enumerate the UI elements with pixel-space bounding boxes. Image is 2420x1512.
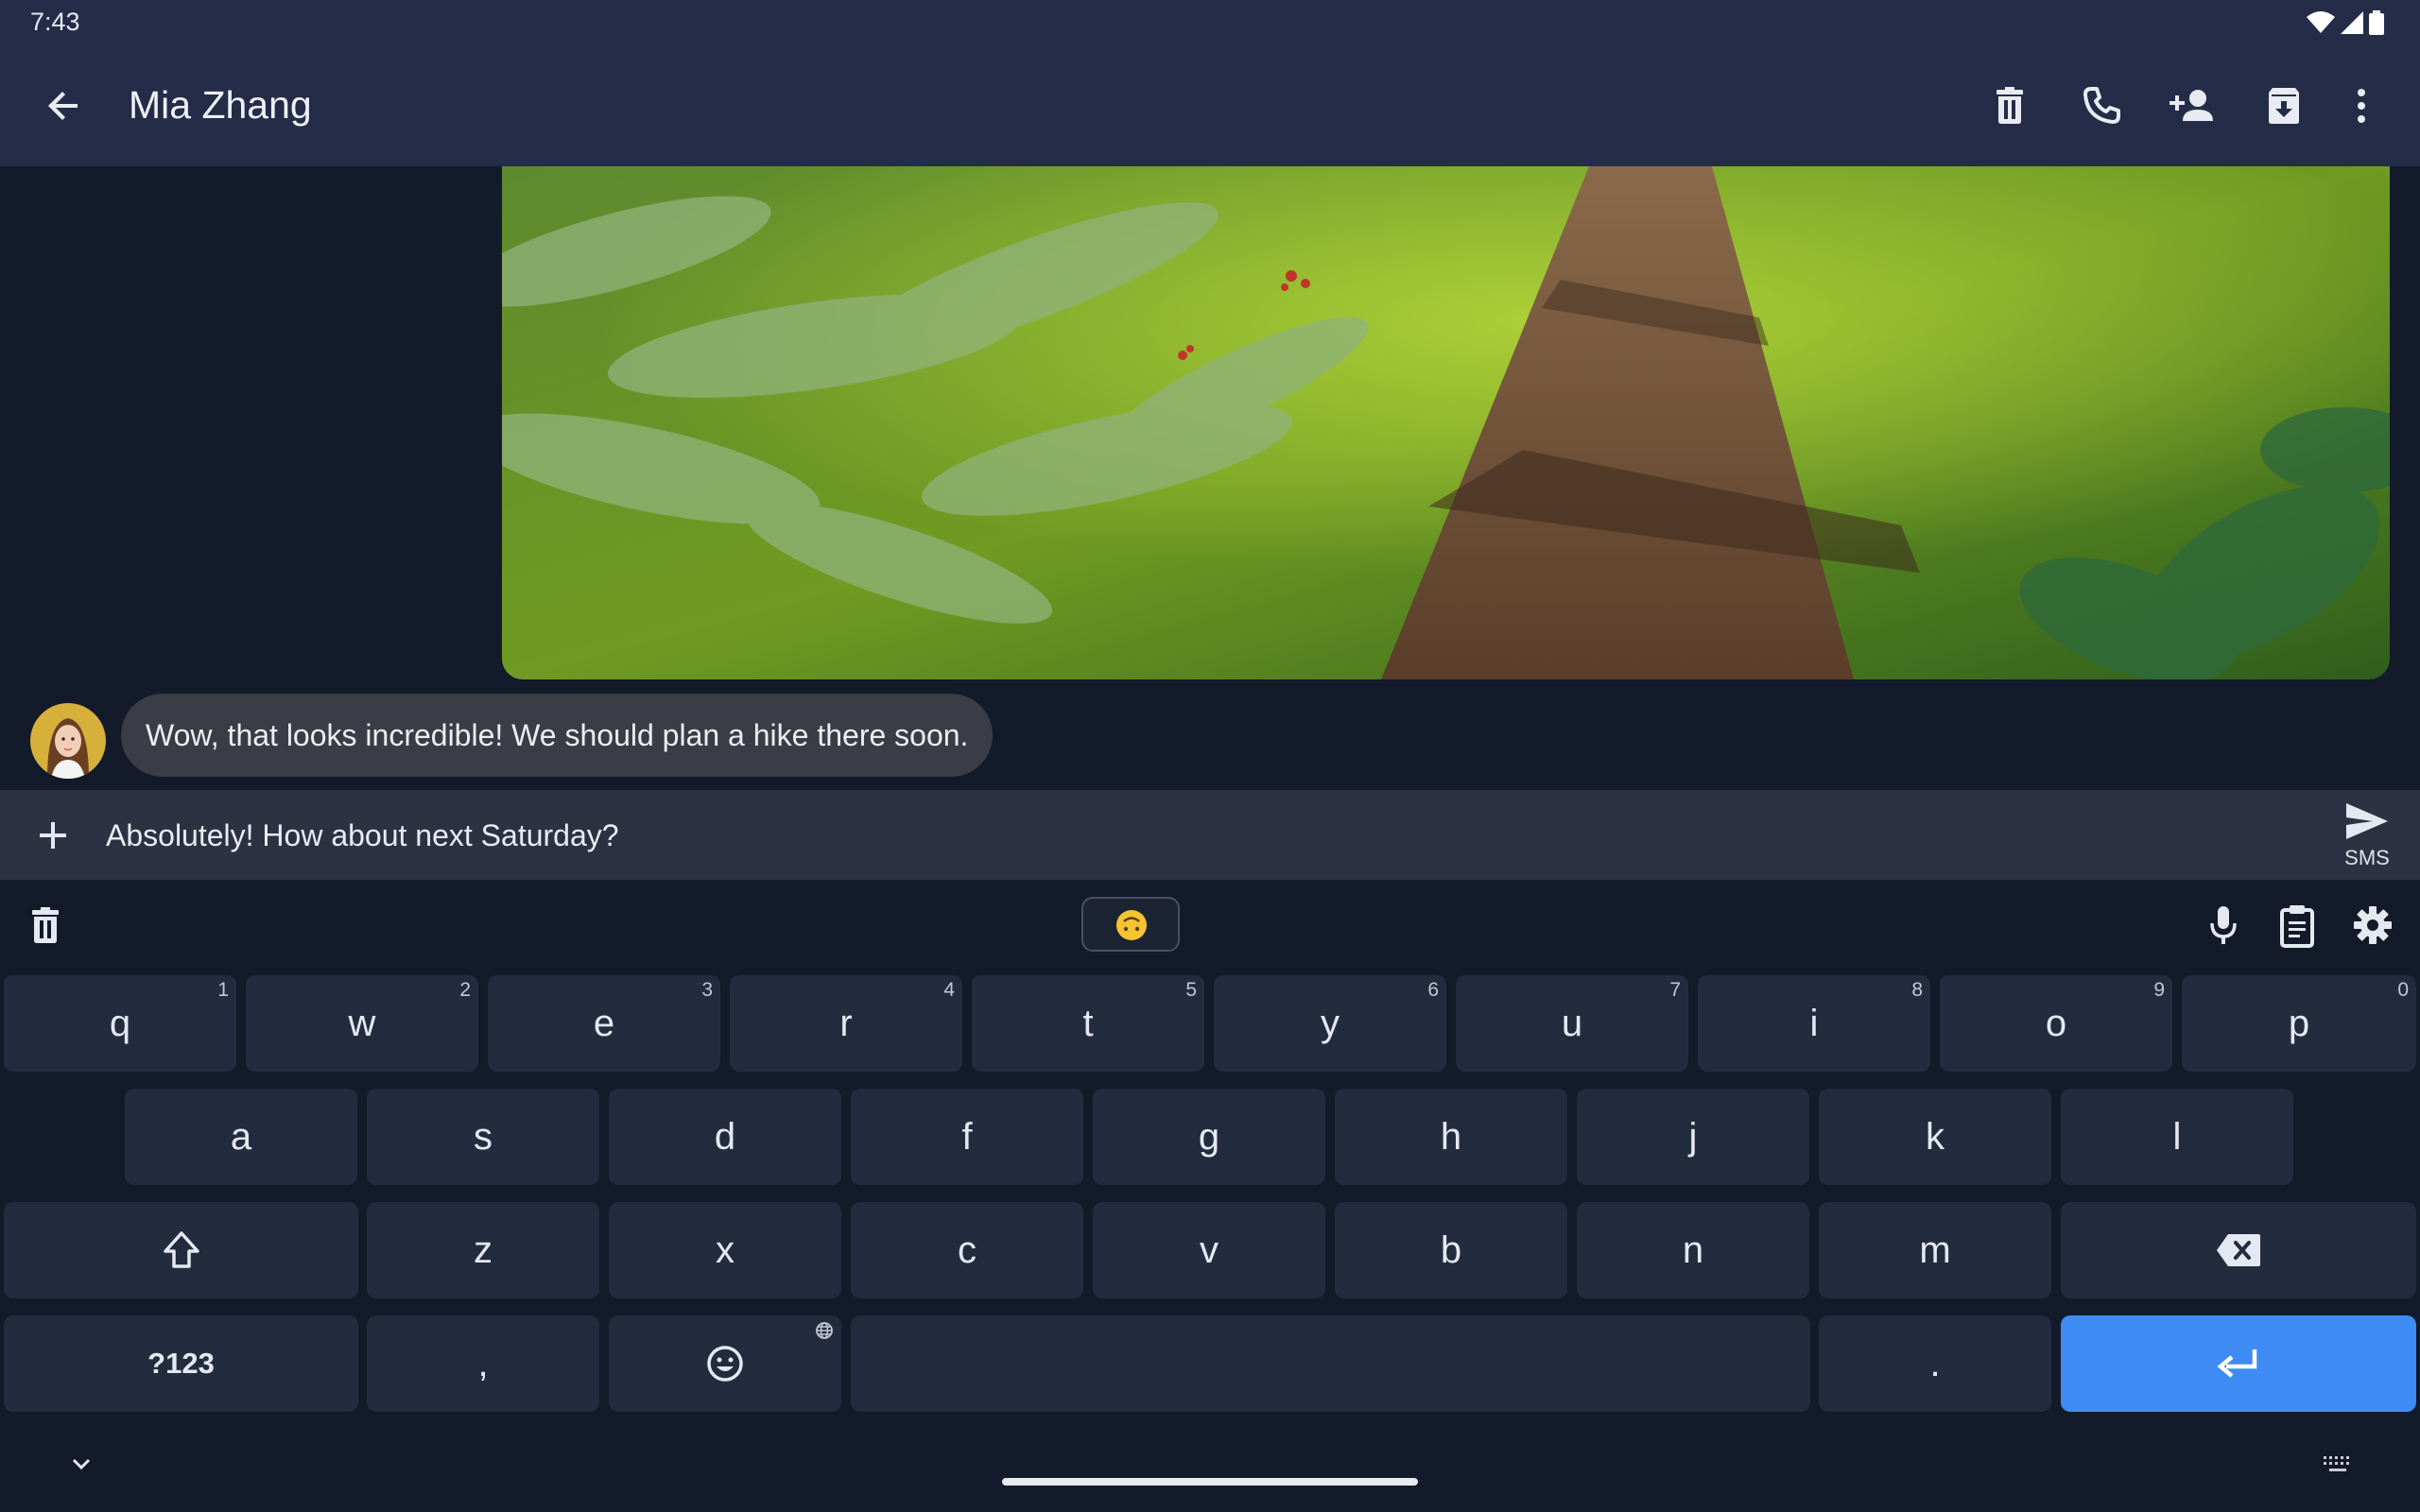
key-c[interactable]: c: [851, 1202, 1083, 1298]
key-d[interactable]: d: [609, 1089, 841, 1185]
keyboard: q1 w2 e3 r4 t5 y6 u7 i8 o9 p0 a s d f g …: [0, 880, 2420, 1512]
key-j[interactable]: j: [1577, 1089, 1809, 1185]
key-g[interactable]: g: [1093, 1089, 1325, 1185]
key-y[interactable]: y6: [1214, 975, 1446, 1072]
phone-icon[interactable]: [2079, 83, 2124, 129]
key-q[interactable]: q1: [4, 975, 236, 1072]
status-bar: 7:43: [0, 0, 2420, 45]
signal-icon: [2341, 11, 2363, 34]
key-i[interactable]: i8: [1698, 975, 1930, 1072]
mic-icon[interactable]: [2203, 902, 2244, 948]
key-a[interactable]: a: [125, 1089, 357, 1185]
backspace-icon: [2217, 1234, 2260, 1266]
key-h[interactable]: h: [1335, 1089, 1567, 1185]
keyboard-icon[interactable]: [2322, 1453, 2354, 1476]
backspace-key[interactable]: [2061, 1202, 2416, 1298]
top-app-bar: Mia Zhang: [0, 45, 2420, 166]
key-l[interactable]: l: [2061, 1089, 2293, 1185]
key-z[interactable]: z: [367, 1202, 599, 1298]
key-t[interactable]: t5: [972, 975, 1204, 1072]
message-list[interactable]: Wow, that looks incredible! We should pl…: [0, 166, 2420, 790]
send-sms-label[interactable]: SMS: [2342, 846, 2392, 870]
arrow-left-icon[interactable]: [42, 83, 87, 129]
add-contact-icon[interactable]: [2168, 83, 2217, 129]
key-b[interactable]: b: [1335, 1202, 1567, 1298]
compose-bar: Absolutely! How about next Saturday? SMS: [0, 790, 2420, 880]
shift-key[interactable]: [4, 1202, 358, 1298]
send-icon[interactable]: [2342, 799, 2392, 843]
chevron-down-icon[interactable]: [66, 1449, 96, 1479]
key-period[interactable]: .: [1819, 1315, 2051, 1412]
delete-icon[interactable]: [25, 902, 66, 948]
enter-icon: [2217, 1349, 2257, 1378]
status-time: 7:43: [30, 8, 80, 36]
key-s[interactable]: s: [367, 1089, 599, 1185]
smiley-icon: [707, 1346, 743, 1382]
key-comma[interactable]: ,: [367, 1315, 599, 1412]
conversation-title: Mia Zhang: [129, 83, 312, 127]
key-k[interactable]: k: [1819, 1089, 2051, 1185]
more-vert-icon[interactable]: [2341, 83, 2382, 129]
key-u[interactable]: u7: [1456, 975, 1688, 1072]
incoming-message-bubble[interactable]: Wow, that looks incredible! We should pl…: [121, 694, 994, 777]
wifi-icon: [2307, 11, 2335, 33]
space-key[interactable]: [851, 1315, 1810, 1412]
message-input[interactable]: Absolutely! How about next Saturday?: [106, 818, 619, 853]
plus-icon[interactable]: [34, 816, 72, 854]
key-x[interactable]: x: [609, 1202, 841, 1298]
forest-path-photo[interactable]: [502, 166, 2390, 679]
clipboard-icon[interactable]: [2276, 902, 2318, 948]
key-o[interactable]: o9: [1940, 975, 2172, 1072]
key-n[interactable]: n: [1577, 1202, 1809, 1298]
symbols-key[interactable]: ?123: [4, 1315, 358, 1412]
key-r[interactable]: r4: [730, 975, 962, 1072]
key-v[interactable]: v: [1093, 1202, 1325, 1298]
archive-icon[interactable]: [2261, 83, 2307, 129]
globe-icon: [816, 1322, 833, 1339]
key-m[interactable]: m: [1819, 1202, 2051, 1298]
delete-icon[interactable]: [1987, 83, 2032, 129]
key-f[interactable]: f: [851, 1089, 1083, 1185]
settings-icon[interactable]: [2352, 902, 2394, 948]
emoji-suggestion[interactable]: [1081, 897, 1180, 952]
enter-key[interactable]: [2061, 1315, 2416, 1412]
key-e[interactable]: e3: [488, 975, 720, 1072]
system-icons: [2307, 10, 2384, 35]
gesture-handle[interactable]: [1002, 1478, 1418, 1486]
key-p[interactable]: p0: [2182, 975, 2416, 1072]
emoji-key[interactable]: [609, 1315, 841, 1412]
battery-icon: [2369, 10, 2384, 35]
shift-icon: [163, 1231, 199, 1268]
avatar[interactable]: [30, 703, 106, 779]
key-w[interactable]: w2: [246, 975, 478, 1072]
emoji-upside-down-icon: [1116, 910, 1147, 940]
